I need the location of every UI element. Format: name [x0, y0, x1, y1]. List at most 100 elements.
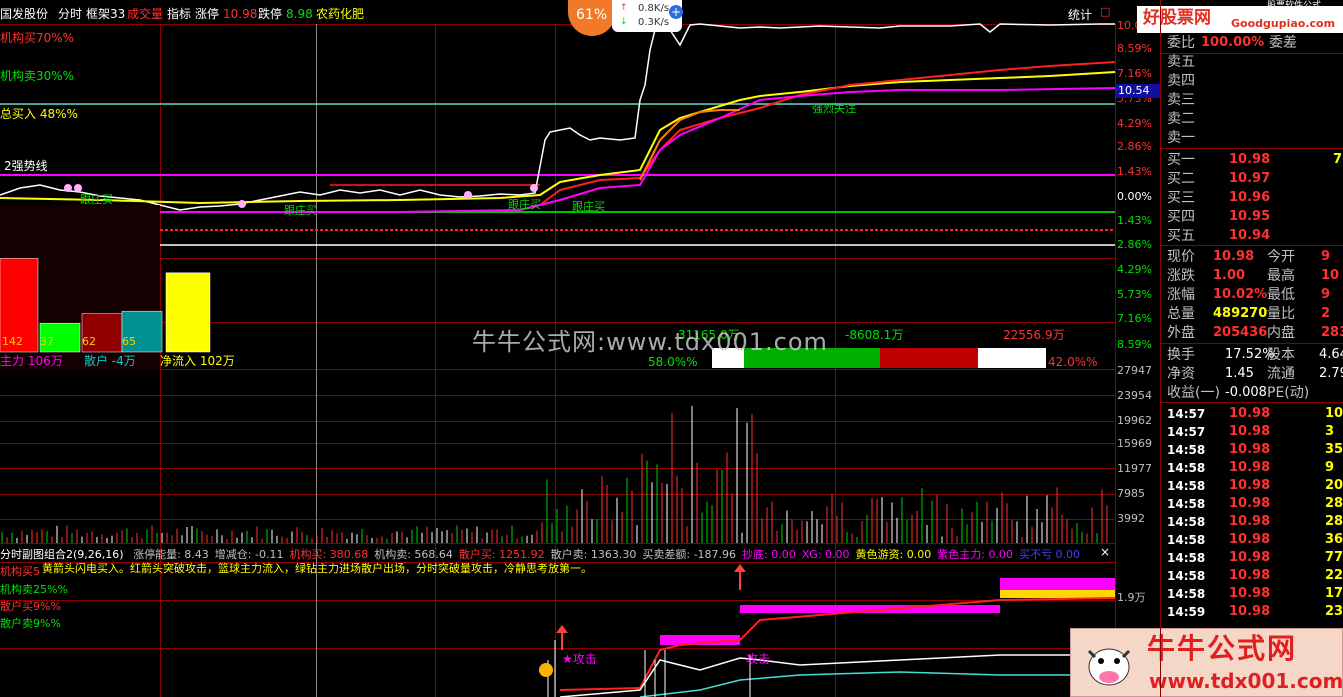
- volume-axis-label: 19962: [1117, 414, 1152, 427]
- strip-red: [880, 348, 978, 368]
- retail-label: 散户 -4万: [84, 354, 136, 368]
- sub-description: 黄箭头闪电买入。红箭头突破攻击，篮球主力流入，绿钻主力进场散户出场，分时突破量攻…: [42, 562, 592, 575]
- main-force-label: 主力 106万: [0, 354, 63, 368]
- sub-band-yellow: [1000, 590, 1115, 598]
- down-arrow-icon: ↓: [620, 17, 628, 27]
- up-arrow-icon: ↑: [620, 3, 628, 13]
- menu-indicator[interactable]: 指标: [167, 8, 191, 20]
- sub-item-value: 380.68: [329, 548, 369, 561]
- bar-value-4: 65: [122, 335, 136, 348]
- sub-retail-buy: 散户买9%%: [0, 600, 61, 613]
- sub-item: 黄色游资: 0.00: [856, 548, 932, 561]
- quote-panel-lines: [1160, 0, 1343, 697]
- strip-white-right: [978, 348, 1046, 368]
- sub-item-label: 机构买:: [289, 548, 327, 561]
- limit-up-label: 涨停: [195, 7, 220, 21]
- annot-strong: 强烈关注: [812, 102, 856, 115]
- sub-item-label: 散户买:: [458, 548, 496, 561]
- limit-down-label: 跌停: [258, 7, 283, 21]
- price-axis-label: 8.59%: [1117, 42, 1152, 55]
- sub-item: 散户买: 1251.92: [459, 548, 545, 561]
- price-axis-label: 1.43%: [1117, 165, 1152, 178]
- net-inflow-label: 净流入 102万: [160, 354, 235, 368]
- sub-item-label: 买不亏: [1018, 548, 1052, 561]
- legend-inst-sell: 机构卖30%%: [0, 69, 75, 83]
- price-axis-label: 2.86%: [1117, 140, 1152, 153]
- sub-item: 买不亏 0.00: [1019, 548, 1080, 561]
- sub-inst-buy: 机构买5: [0, 565, 40, 578]
- network-speed: ↑ 0.8K/s ↓ 0.3K/s +: [612, 0, 683, 32]
- price-axis-label: 4.29%: [1117, 263, 1152, 276]
- limit-down-value: 8.98: [286, 7, 313, 21]
- volume-axis-label: 3992: [1117, 512, 1145, 525]
- volume-axis-label: 7985: [1117, 487, 1145, 500]
- sub-item-label: 买卖差额:: [642, 548, 691, 561]
- sub-title: 分时副图组合2(9,26,16): [0, 548, 124, 561]
- sub-item-value: 0.00: [988, 548, 1013, 561]
- current-price-tag: 10.54: [1116, 84, 1160, 98]
- price-axis-label: 8.59%: [1117, 338, 1152, 351]
- sub-item-value: 568.64: [414, 548, 453, 561]
- watermark: 牛牛公式网:www.tdx001.com: [472, 328, 828, 356]
- orange-line: [639, 109, 740, 181]
- red-trend-line: [539, 61, 1116, 206]
- sub-white-line: [559, 654, 1115, 697]
- stats-button[interactable]: 统计: [1068, 9, 1092, 21]
- annot-follow-4: 跟庄买: [572, 200, 605, 213]
- attack-arrow-2: [734, 564, 746, 572]
- sub-inst-sell: 机构卖25%%: [0, 583, 68, 596]
- sub-item-label: 黄色游资:: [855, 548, 904, 561]
- annot-follow-2: 跟庄买: [284, 204, 317, 217]
- sub-item-value: 0.00: [771, 548, 796, 561]
- sub-item-value: -187.96: [693, 548, 737, 561]
- volume-bars: [1, 405, 1108, 543]
- attack-label-2: 攻击: [746, 652, 771, 666]
- intraday-chart[interactable]: 国发股份 分时 框架33 成交量 指标 涨停 10.98 跌停 8.98 农药化…: [0, 0, 1160, 697]
- sub-item-value: 1363.30: [590, 548, 637, 561]
- cpu-percent: 61%: [576, 7, 608, 23]
- sub-cyan-line: [639, 671, 1115, 697]
- window-control-icon[interactable]: □: [1100, 6, 1110, 17]
- yellow-arrow-marker: [539, 663, 553, 677]
- price-axis-label: 2.86%: [1117, 238, 1152, 251]
- sub-indicator-header: 分时副图组合2(9,26,16) 涨停能量: 8.43 增减仓: -0.11 机构买…: [0, 546, 1115, 561]
- plus-icon[interactable]: +: [669, 5, 683, 19]
- price-axis-label: 0.00%: [1117, 190, 1152, 203]
- menu-intraday[interactable]: 分时: [58, 8, 82, 20]
- bar-value-3: 62: [82, 335, 96, 348]
- sub-item-label: XG:: [801, 548, 822, 561]
- volume-axis-label: 11977: [1117, 462, 1152, 475]
- sub-retail-sell: 散户卖9%%: [0, 617, 61, 630]
- sub-item-value: 0.00: [1055, 548, 1080, 561]
- price-line: [0, 23, 1115, 211]
- flow-right-pct: 42.0%%: [1048, 355, 1098, 369]
- sub-item-value: 1251.92: [499, 548, 545, 561]
- magenta-trend-line: [160, 87, 1116, 213]
- bar-value-2: 37: [40, 335, 54, 348]
- sub-item-value: 8.43: [184, 548, 209, 561]
- avg-price-line: [0, 71, 1116, 205]
- sub-item-value: 0.00: [825, 548, 850, 561]
- attack-label-1: ★攻击: [562, 652, 597, 666]
- sub-item-label: 散户卖:: [550, 548, 588, 561]
- sub-item: 散户卖: 1363.30: [551, 548, 637, 561]
- sub-item: 涨停能量: 8.43: [133, 548, 209, 561]
- sub-item-label: 紫色主力:: [937, 548, 985, 561]
- menu-frame[interactable]: 框架33: [86, 8, 125, 20]
- annot-follow-3: 跟庄买: [508, 198, 541, 211]
- sub-item: 机构卖: 568.64: [374, 548, 453, 561]
- flow-mid-value: -8608.1万: [845, 328, 904, 342]
- sub-item: XG: 0.00: [802, 548, 850, 561]
- sub-item-label: 涨停能量:: [133, 548, 181, 561]
- price-axis-label: 7.16%: [1117, 312, 1152, 325]
- sub-item: 抄底: 0.00: [742, 548, 796, 561]
- legend-inst-buy: 机构买70%%: [0, 31, 75, 45]
- close-icon[interactable]: ×: [1100, 546, 1110, 558]
- sub-item-label: 机构卖:: [374, 548, 411, 561]
- sub-item: 买卖差额: -187.96: [642, 548, 736, 561]
- flow-left-pct: 58.0%%: [648, 355, 698, 369]
- menu-volume[interactable]: 成交量: [127, 8, 163, 20]
- attack-arrow-1: [556, 625, 568, 633]
- sub-item: 紫色主力: 0.00: [937, 548, 1013, 561]
- download-speed: 0.3K/s: [638, 17, 670, 28]
